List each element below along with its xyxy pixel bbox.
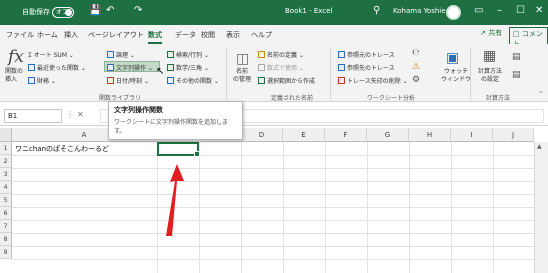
ribbon-tabs: ファイル ホーム 挿入 ページレイアウト 数式 データ 校閲 表示 ヘルプ ↗ … bbox=[0, 25, 548, 51]
formula-bar: B1 ⋮ ✕ bbox=[0, 106, 548, 126]
tab-view[interactable]: 表示 bbox=[226, 30, 240, 40]
separator bbox=[330, 48, 331, 100]
tooltip: 文字列操作関数 ワークシートに文字列操作関数を追加します。 bbox=[108, 101, 243, 140]
title-bar: 自動保存 オフ 💾 ↶ ↷ Book1 - Excel ⚲ Kohama Yos… bbox=[0, 0, 548, 25]
tab-file[interactable]: ファイル bbox=[6, 30, 34, 40]
avatar[interactable] bbox=[446, 5, 461, 20]
logical-button[interactable]: 論理 ⌄ bbox=[107, 50, 135, 59]
tab-page-layout[interactable]: ページレイアウト bbox=[88, 30, 144, 40]
group-label-formula-auditing: ワークシート分析 bbox=[367, 95, 416, 102]
sigma-icon: Σ bbox=[28, 52, 32, 59]
group-label-calculation: 計算方法 bbox=[486, 95, 511, 102]
mouse-cursor-icon: ↖ bbox=[156, 66, 165, 77]
user-name[interactable]: Kohama Yoshie bbox=[393, 7, 446, 15]
name-box-dropdown-icon[interactable]: ⋮ bbox=[66, 110, 74, 119]
calculator-icon: ▦ bbox=[483, 48, 497, 64]
remove-arrows-icon bbox=[338, 77, 345, 84]
redo-icon[interactable]: ↷ bbox=[134, 5, 142, 16]
cancel-icon[interactable]: ✕ bbox=[77, 110, 84, 119]
tab-help[interactable]: ヘルプ bbox=[251, 30, 272, 40]
share-label: 共有 bbox=[488, 29, 503, 37]
date-time-button[interactable]: 日付/時刻 ⌄ bbox=[107, 76, 149, 85]
minimize-icon[interactable]: – bbox=[497, 5, 502, 16]
tab-insert[interactable]: 挿入 bbox=[64, 30, 78, 40]
annotation-arrow-shaft bbox=[166, 181, 177, 236]
close-icon[interactable]: ✕ bbox=[535, 5, 543, 16]
calendar-icon bbox=[107, 77, 114, 84]
remove-arrows-button[interactable]: トレース矢印の削除 ⌄ bbox=[338, 76, 408, 85]
document-title: Book1 - Excel bbox=[285, 7, 333, 15]
lookup-reference-button[interactable]: 検索/行列 ⌄ bbox=[167, 50, 209, 59]
share-button[interactable]: ↗ 共有 bbox=[480, 28, 502, 38]
save-icon[interactable]: 💾 bbox=[89, 5, 101, 16]
trace-precedents-button[interactable]: 参照元のトレース bbox=[338, 50, 395, 59]
tab-review[interactable]: 校閲 bbox=[201, 30, 215, 40]
name-box[interactable]: B1 bbox=[4, 109, 62, 123]
search-icon[interactable]: ⚲ bbox=[373, 5, 380, 16]
text-icon bbox=[107, 64, 114, 71]
autosum-button[interactable]: Σ オート SUM ⌄ bbox=[28, 50, 74, 59]
use-in-formula-button[interactable]: 数式で使用 ⌄ bbox=[258, 63, 304, 72]
math-trig-button[interactable]: 数学/三角 ⌄ bbox=[167, 63, 209, 72]
financial-icon bbox=[28, 77, 35, 84]
ribbon: fx 関数の 挿入 Σ オート SUM ⌄ 最近使った関数 ⌄ 財務 ⌄ 論理 … bbox=[0, 44, 548, 102]
star-icon bbox=[28, 64, 35, 71]
autosave-toggle[interactable]: オフ bbox=[52, 7, 74, 18]
annotation-arrow-head bbox=[170, 164, 184, 182]
calculate-now-icon[interactable]: ▤ bbox=[512, 52, 521, 62]
trace-precedents-icon bbox=[338, 51, 345, 58]
financial-button[interactable]: 財務 ⌄ bbox=[28, 76, 56, 85]
collapse-ribbon-icon[interactable]: ⌃ bbox=[538, 90, 544, 98]
name-manager-icon: ◫ bbox=[236, 51, 250, 67]
define-name-button[interactable]: 名前の定義 ⌄ bbox=[258, 50, 304, 59]
ribbon-display-icon[interactable]: ▭ bbox=[474, 5, 483, 16]
recent-functions-button[interactable]: 最近使った関数 ⌄ bbox=[28, 63, 86, 72]
calculate-sheet-icon[interactable]: ▤ bbox=[512, 70, 521, 80]
separator bbox=[226, 48, 227, 100]
create-from-selection-button[interactable]: 選択範囲から作成 bbox=[258, 76, 315, 85]
more-functions-icon bbox=[167, 77, 174, 84]
tooltip-title: 文字列操作関数 bbox=[114, 106, 163, 114]
separator bbox=[470, 48, 471, 100]
lookup-icon bbox=[167, 51, 174, 58]
error-checking-icon[interactable]: ⚠ bbox=[412, 62, 420, 72]
insert-function-icon[interactable]: fx bbox=[8, 47, 24, 67]
autosave-label: 自動保存 bbox=[22, 8, 50, 16]
annotation-arrow bbox=[166, 164, 184, 236]
watch-window-icon: ▣ bbox=[446, 50, 460, 66]
tag-icon bbox=[258, 51, 265, 58]
use-in-formula-icon bbox=[258, 64, 265, 71]
tab-home[interactable]: ホーム bbox=[37, 30, 58, 40]
worksheet-grid: A B C D E F G H I J 1 2 3 4 5 6 7 8 9 ワニ… bbox=[0, 128, 548, 273]
text-functions-button[interactable]: 文字列操作 ⌄ bbox=[107, 63, 153, 72]
trace-dependents-icon bbox=[338, 64, 345, 71]
logical-icon bbox=[107, 51, 114, 58]
undo-icon[interactable]: ↶ bbox=[106, 5, 114, 16]
group-label-defined-names: 定義された名前 bbox=[271, 95, 314, 102]
maximize-icon[interactable]: ☐ bbox=[516, 5, 525, 16]
more-functions-button[interactable]: その他の関数 ⌄ bbox=[167, 76, 219, 85]
math-icon bbox=[167, 64, 174, 71]
calculation-options-button[interactable]: 計算方法 の設定 bbox=[478, 68, 502, 84]
create-from-selection-icon bbox=[258, 77, 265, 84]
evaluate-formula-icon[interactable]: ⚙ bbox=[412, 75, 420, 85]
show-formulas-icon[interactable]: ℮ bbox=[412, 48, 420, 58]
tooltip-body: ワークシートに文字列操作関数を追加します。 bbox=[114, 119, 229, 135]
trace-dependents-button[interactable]: 参照先のトレース bbox=[338, 63, 395, 72]
tab-data[interactable]: データ bbox=[175, 30, 196, 40]
insert-function-button[interactable]: 関数の 挿入 bbox=[5, 68, 23, 84]
tab-formulas[interactable]: 数式 bbox=[148, 30, 162, 44]
name-manager-button[interactable]: 名前 の管理 bbox=[233, 68, 251, 84]
watch-window-button[interactable]: ウォッチ ウィンドウ bbox=[441, 68, 471, 84]
